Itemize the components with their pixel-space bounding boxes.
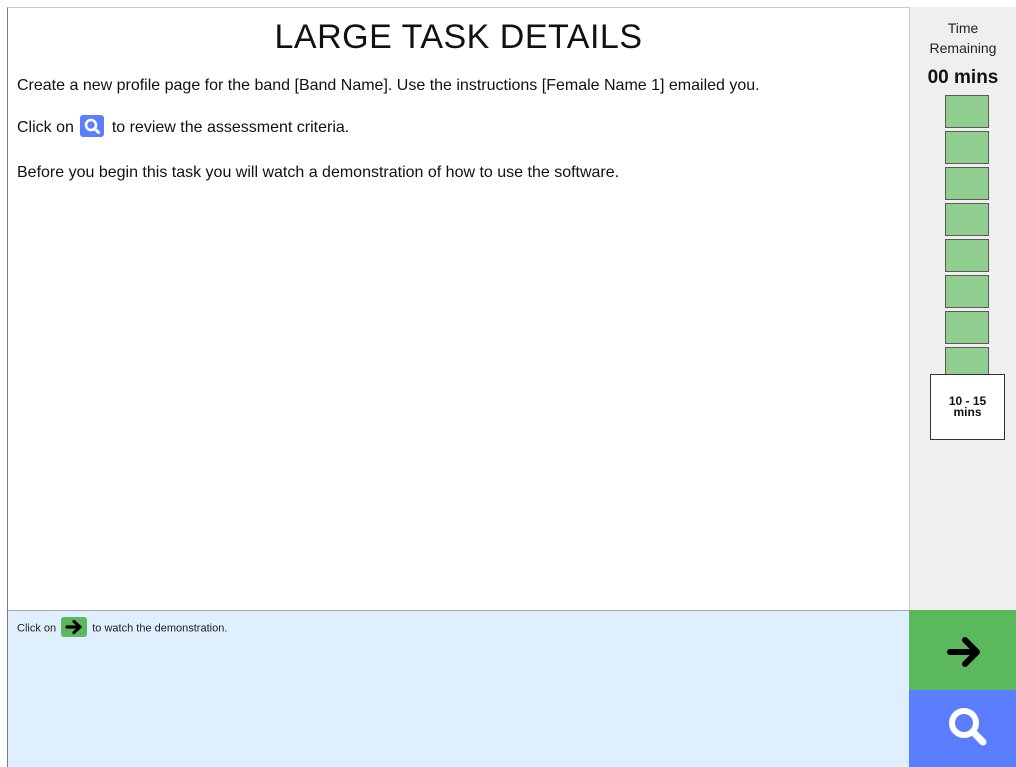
task-panel: LARGE TASK DETAILS Create a new profile … bbox=[7, 7, 909, 610]
inline-arrow-right-icon bbox=[61, 617, 88, 637]
inline-search-icon bbox=[80, 115, 105, 138]
estimate-unit: mins bbox=[953, 405, 982, 419]
time-block bbox=[945, 167, 989, 200]
instruction-before: Click on bbox=[17, 622, 57, 635]
time-block bbox=[945, 239, 989, 272]
time-block bbox=[945, 203, 989, 236]
criteria-text-after: to review the assessment criteria. bbox=[111, 119, 350, 136]
criteria-text-before: Click on bbox=[17, 119, 74, 136]
time-block bbox=[945, 95, 989, 128]
demo-notice: Before you begin this task you will watc… bbox=[17, 164, 620, 181]
instruction-after: to watch the demonstration. bbox=[92, 622, 228, 635]
instruction-bar: Click on to watch the demonstration. bbox=[7, 610, 909, 767]
time-block bbox=[945, 311, 989, 344]
time-remaining-value: 00 mins bbox=[927, 67, 999, 88]
task-description: Create a new profile page for the band [… bbox=[17, 77, 760, 94]
arrow-right-icon bbox=[947, 637, 980, 667]
time-block bbox=[945, 275, 989, 308]
time-remaining-label: Time Remaining bbox=[929, 20, 997, 56]
search-icon bbox=[949, 708, 987, 746]
instruction-text: Click on to watch the demonstration. bbox=[17, 617, 228, 637]
time-block bbox=[945, 131, 989, 164]
time-blocks bbox=[945, 95, 989, 383]
time-estimate-box: 10 - 15 mins bbox=[930, 374, 1005, 440]
timer-panel: Time Remaining 00 mins 10 - 15 mins bbox=[909, 7, 1016, 610]
page-title: LARGE TASK DETAILS bbox=[274, 18, 643, 56]
criteria-instruction: Click on to review the assessment criter… bbox=[17, 115, 350, 138]
next-button[interactable] bbox=[909, 610, 1016, 690]
review-criteria-button[interactable] bbox=[909, 690, 1016, 767]
